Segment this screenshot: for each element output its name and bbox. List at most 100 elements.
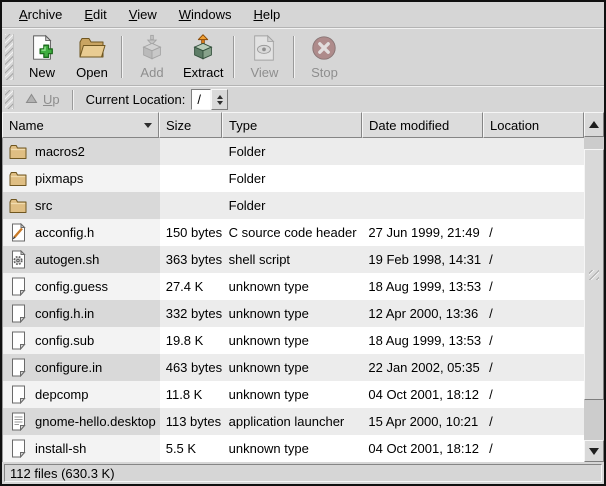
file-size: 27.4 K (160, 273, 223, 300)
file-size: 113 bytes (160, 408, 223, 435)
arrow-up-icon (589, 121, 599, 128)
column-header-location[interactable]: Location (483, 112, 584, 138)
file-location: / (483, 300, 584, 327)
file-type: application launcher (223, 408, 363, 435)
file-location: / (483, 435, 584, 462)
file-date-modified: 18 Aug 1999, 13:53 (362, 273, 483, 300)
new-button[interactable]: New (17, 31, 67, 83)
sort-descending-icon (144, 123, 152, 128)
toolbar-button-label: View (250, 65, 278, 80)
location-dropdown-button[interactable] (211, 89, 228, 110)
file-list: macros2 Folder pixmaps Folder (2, 138, 584, 462)
table-row[interactable]: configure.in 463 bytes unknown type 22 J… (3, 354, 584, 381)
chevron-up-icon (217, 95, 223, 99)
file-location (483, 192, 584, 219)
scrollbar-thumb[interactable] (584, 149, 604, 400)
location-bar: Up Current Location: / (2, 87, 604, 112)
new-archive-icon (27, 33, 57, 63)
file-location: / (483, 327, 584, 354)
view-button[interactable]: View (239, 31, 289, 83)
current-location-label: Current Location: (86, 92, 186, 107)
table-row[interactable]: autogen.sh 363 bytes shell script 19 Feb… (3, 246, 584, 273)
separator (293, 36, 295, 78)
scrollbar-track[interactable] (584, 137, 604, 440)
table-row[interactable]: config.sub 19.8 K unknown type 18 Aug 19… (3, 327, 584, 354)
menu-edit[interactable]: Edit (73, 4, 117, 25)
file-type: shell script (223, 246, 363, 273)
table-row[interactable]: install-sh 5.5 K unknown type 04 Oct 200… (3, 435, 584, 462)
scroll-down-button[interactable] (584, 440, 604, 462)
scroll-up-button[interactable] (584, 112, 604, 137)
toolbar-drag-handle[interactable] (5, 34, 14, 80)
file-date-modified: 27 Jun 1999, 21:49 (362, 219, 483, 246)
file-name: config.sub (35, 333, 94, 348)
file-type: unknown type (223, 435, 363, 462)
table-row[interactable]: pixmaps Folder (3, 165, 584, 192)
menu-help[interactable]: Help (242, 4, 291, 25)
file-date-modified (362, 192, 483, 219)
document-icon (8, 304, 28, 324)
file-size: 332 bytes (160, 300, 223, 327)
locationbar-drag-handle[interactable] (5, 90, 14, 109)
table-row[interactable]: depcomp 11.8 K unknown type 04 Oct 2001,… (3, 381, 584, 408)
menu-windows[interactable]: Windows (168, 4, 243, 25)
file-size: 463 bytes (160, 354, 223, 381)
column-header-date-modified[interactable]: Date modified (362, 112, 483, 138)
column-header-size[interactable]: Size (159, 112, 222, 138)
table-row[interactable]: config.guess 27.4 K unknown type 18 Aug … (3, 273, 584, 300)
toolbar-button-label: Add (140, 65, 163, 80)
location-value[interactable]: / (191, 89, 211, 110)
table-row[interactable]: config.h.in 332 bytes unknown type 12 Ap… (3, 300, 584, 327)
toolbar: New Open Add (2, 29, 604, 85)
stop-icon (309, 33, 339, 63)
table-row[interactable]: gnome-hello.desktop 113 bytes applicatio… (3, 408, 584, 435)
stop-button[interactable]: Stop (299, 31, 349, 83)
file-type: Folder (223, 192, 363, 219)
file-name: acconfig.h (35, 225, 94, 240)
file-name: src (35, 198, 52, 213)
chevron-down-icon (217, 101, 223, 105)
toolbar-button-label: Open (76, 65, 108, 80)
add-button[interactable]: Add (127, 31, 177, 83)
file-location: / (483, 246, 584, 273)
folder-icon (8, 196, 28, 216)
file-date-modified (362, 165, 483, 192)
column-header-name[interactable]: Name (2, 112, 159, 138)
open-button[interactable]: Open (67, 31, 117, 83)
c-header-file-icon (8, 223, 28, 243)
column-header-type[interactable]: Type (222, 112, 362, 138)
launcher-file-icon (8, 412, 28, 432)
file-date-modified (362, 138, 483, 165)
toolbar-button-label: Stop (311, 65, 338, 80)
table-row[interactable]: macros2 Folder (3, 138, 584, 165)
extract-button[interactable]: Extract (177, 31, 229, 83)
file-name: pixmaps (35, 171, 83, 186)
file-size: 19.8 K (160, 327, 223, 354)
menu-archive[interactable]: Archive (8, 4, 73, 25)
file-name: autogen.sh (35, 252, 99, 267)
file-location: / (483, 381, 584, 408)
menu-view[interactable]: View (118, 4, 168, 25)
file-size (160, 192, 223, 219)
table-row[interactable]: acconfig.h 150 bytes C source code heade… (3, 219, 584, 246)
file-date-modified: 04 Oct 2001, 18:12 (362, 435, 483, 462)
file-type: C source code header (223, 219, 363, 246)
file-size (160, 138, 223, 165)
add-files-icon (137, 33, 167, 63)
view-file-icon (249, 33, 279, 63)
folder-icon (8, 142, 28, 162)
arrow-down-icon (589, 448, 599, 455)
separator (72, 90, 74, 110)
file-location: / (483, 219, 584, 246)
document-icon (8, 331, 28, 351)
status-text: 112 files (630.3 K) (10, 466, 115, 481)
file-type: Folder (223, 165, 363, 192)
menu-bar: Archive Edit View Windows Help (2, 2, 604, 27)
column-header-row: Name Size Type Date modified Location (2, 112, 584, 138)
file-location: / (483, 273, 584, 300)
file-name: macros2 (35, 144, 85, 159)
file-date-modified: 12 Apr 2000, 13:36 (362, 300, 483, 327)
up-button[interactable]: Up (17, 90, 68, 109)
table-row[interactable]: src Folder (3, 192, 584, 219)
file-size (160, 165, 223, 192)
